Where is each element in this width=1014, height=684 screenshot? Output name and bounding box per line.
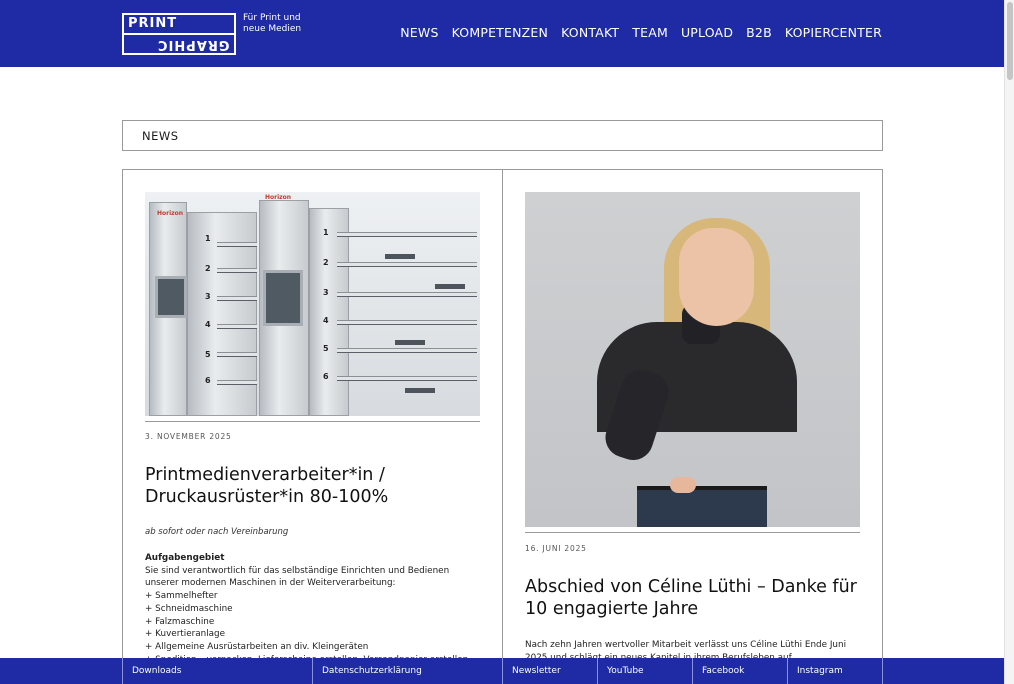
site-header: PRINT GRAPHIC Für Print und neue Medien …: [0, 0, 1004, 67]
post-body-heading: Aufgabengebiet: [145, 553, 225, 563]
news-card-job-posting[interactable]: Horizon Horizon 1 2 3 4 5 6 1 2 3 4 5 6: [122, 169, 503, 684]
scrollbar-thumb[interactable]: [1007, 2, 1013, 80]
portrait-face: [679, 228, 754, 326]
post-body-line: + Kuvertieranlage: [145, 629, 226, 640]
machine-tray: [337, 376, 477, 381]
collator-machine-photo[interactable]: Horizon Horizon 1 2 3 4 5 6 1 2 3 4 5 6: [145, 192, 480, 416]
footer-link-newsletter[interactable]: Newsletter: [502, 658, 597, 684]
tray-number: 6: [323, 372, 329, 381]
machine-tray: [337, 292, 477, 297]
logo-divider: [124, 33, 234, 35]
post-body-line: + Sammelhefter: [145, 591, 218, 602]
machine-screen: [155, 276, 187, 318]
tray-number: 4: [205, 320, 211, 329]
post-body-line: + Allgemeine Ausrüstarbeiten an div. Kle…: [145, 641, 369, 652]
machine-tower: [309, 208, 349, 416]
tray-number: 2: [205, 264, 211, 273]
machine-clip: [385, 254, 415, 259]
machine-screen: [263, 270, 303, 326]
card-divider: [145, 421, 480, 422]
tray-number: 5: [323, 344, 329, 353]
tray-number: 1: [205, 234, 211, 243]
post-date: 16. JUNI 2025: [525, 544, 587, 553]
footer-link-youtube[interactable]: YouTube: [597, 658, 692, 684]
machine-tray: [337, 348, 477, 353]
nav-kopiercenter[interactable]: KOPIERCENTER: [785, 25, 882, 40]
post-title[interactable]: Printmedienverarbeiter*in / Druckausrüst…: [145, 464, 485, 508]
post-date: 3. NOVEMBER 2025: [145, 432, 232, 441]
portrait-photo[interactable]: [525, 192, 860, 527]
post-title[interactable]: Abschied von Céline Lüthi – Danke für 10…: [525, 576, 865, 620]
card-divider: [525, 532, 860, 533]
machine-tray: [217, 324, 257, 329]
main-navigation: NEWS KOMPETENZEN KONTAKT TEAM UPLOAD B2B…: [400, 25, 882, 40]
post-body-line: + Falzmaschine: [145, 616, 215, 627]
nav-upload[interactable]: UPLOAD: [681, 25, 733, 40]
post-meta: ab sofort oder nach Vereinbarung: [145, 527, 289, 537]
section-heading-box: NEWS: [122, 120, 883, 151]
portrait-jeans: [637, 490, 767, 527]
post-body-line: + Schneidmaschine: [145, 603, 233, 614]
footer-link-downloads[interactable]: Downloads: [122, 658, 312, 684]
nav-b2b[interactable]: B2B: [746, 25, 772, 40]
machine-tray: [337, 262, 477, 267]
tray-number: 2: [323, 258, 329, 267]
logo-text-print: PRINT: [128, 16, 178, 31]
machine-brand-label: Horizon: [157, 210, 184, 217]
tray-number: 3: [323, 288, 329, 297]
machine-clip: [435, 284, 465, 289]
machine-brand-label: Horizon: [265, 194, 292, 201]
nav-news[interactable]: NEWS: [400, 25, 438, 40]
news-card-farewell[interactable]: 16. JUNI 2025 Abschied von Céline Lüthi …: [502, 169, 883, 684]
portrait-hand: [670, 477, 696, 493]
section-title: NEWS: [142, 129, 179, 143]
footer-link-datenschutz[interactable]: Datenschutzerklärung: [312, 658, 502, 684]
machine-tray: [217, 352, 257, 357]
logo-text-graphic: GRAPHIC: [157, 37, 230, 52]
footer-link-facebook[interactable]: Facebook: [692, 658, 787, 684]
tray-number: 5: [205, 350, 211, 359]
tray-number: 6: [205, 376, 211, 385]
printgraphic-logo[interactable]: PRINT GRAPHIC: [122, 13, 236, 55]
site-footer: Downloads Datenschutzerklärung Newslette…: [0, 658, 1004, 684]
tray-number: 4: [323, 316, 329, 325]
page-scrollbar[interactable]: [1004, 0, 1014, 684]
machine-tray: [337, 232, 477, 237]
footer-link-instagram[interactable]: Instagram: [787, 658, 883, 684]
nav-team[interactable]: TEAM: [632, 25, 668, 40]
nav-kompetenzen[interactable]: KOMPETENZEN: [452, 25, 548, 40]
machine-clip: [405, 388, 435, 393]
machine-clip: [395, 340, 425, 345]
machine-tray: [217, 268, 257, 273]
machine-tray: [337, 320, 477, 325]
tray-number: 3: [205, 292, 211, 301]
tray-number: 1: [323, 228, 329, 237]
machine-tray: [217, 242, 257, 247]
machine-tray: [217, 380, 257, 385]
post-body: Aufgabengebiet Sie sind verantwortlich f…: [145, 552, 485, 666]
nav-kontakt[interactable]: KONTAKT: [561, 25, 619, 40]
machine-tray: [217, 296, 257, 301]
post-body-line: Sie sind verantwortlich für das selbstän…: [145, 565, 450, 589]
brand-tagline: Für Print und neue Medien: [243, 13, 302, 34]
